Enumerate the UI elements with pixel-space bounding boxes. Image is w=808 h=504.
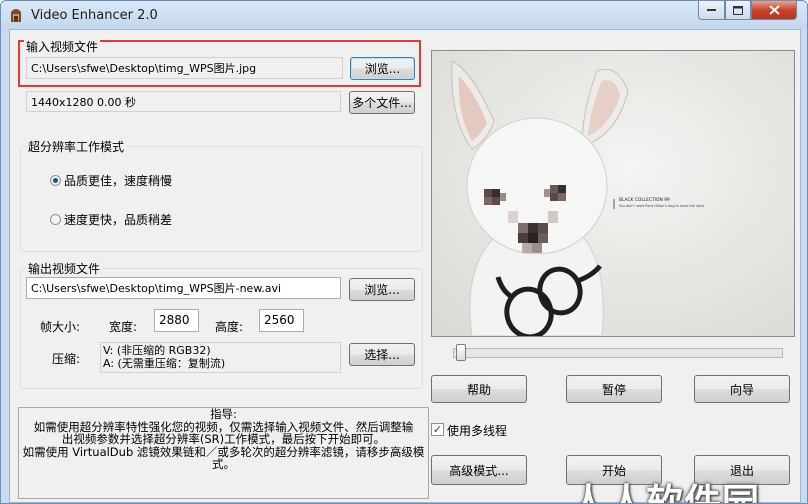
minimize-icon [706,9,716,11]
compression-label: 压缩: [52,352,81,366]
app-icon [11,9,21,22]
guide-panel: 指导: 如需使用超分辨率特性强化您的视频，仅需选择输入视频文件、然后调整输 出视… [18,407,429,499]
compression-audio: A: (无需重压缩：复制流) [103,357,226,370]
output-group-legend: 输出视频文件 [26,260,103,277]
compression-video: V: (非压缩的 RGB32) [103,344,211,357]
height-input[interactable]: 2560 [259,309,304,332]
multiple-files-button[interactable]: 多个文件... [349,91,415,114]
title-bar[interactable]: Video Enhancer 2.0 [1,1,807,29]
quality-radio-label[interactable]: 品质更佳，速度稍慢 [64,172,172,189]
mode-group-legend: 超分辨率工作模式 [26,138,127,155]
wizard-button[interactable]: 向导 [694,375,790,403]
speed-radio[interactable] [50,214,61,225]
client-area: 输入视频文件 C:\Users\sfwe\Desktop\timg_WPS图片.… [9,29,801,503]
preview-caption-sub: You don't need Paris Hilton's dog to hav… [619,204,704,208]
guide-line-3: 如需使用 VirtualDub 滤镜效果链和／或多轮次的超分辨率滤镜，请移步高级… [22,444,425,471]
frame-size-label: 帧大小: [40,320,81,334]
help-button[interactable]: 帮助 [431,375,527,403]
watermark-text: 人人软件园 [570,481,760,504]
advanced-mode-button[interactable]: 高级模式... [431,455,527,485]
input-browse-button[interactable]: 浏览... [350,57,415,80]
compression-info: V: (非压缩的 RGB32) A: (无需重压缩：复制流) [100,342,341,373]
multithread-label[interactable]: 使用多线程 [447,422,507,439]
speed-radio-label[interactable]: 速度更快，品质稍差 [64,211,172,228]
video-preview: BLACK COLLECTION 99 You don't need Paris… [431,50,795,337]
multithread-checkbox[interactable]: ✓ [431,423,444,436]
width-input[interactable]: 2880 [154,309,199,332]
guide-title: 指导: [210,407,237,421]
input-file-path[interactable]: C:\Users\sfwe\Desktop\timg_WPS图片.jpg [26,57,343,79]
pause-button[interactable]: 暂停 [566,375,662,403]
compression-select-button[interactable]: 选择... [349,343,415,366]
output-file-path[interactable]: C:\Users\sfwe\Desktop\timg_WPS图片-new.avi [26,277,341,299]
width-label: 宽度: [109,320,138,334]
quality-radio[interactable] [50,175,61,186]
maximize-button[interactable] [725,1,751,20]
close-button[interactable] [751,1,797,20]
output-browse-button[interactable]: 浏览... [349,278,415,301]
app-window: Video Enhancer 2.0 输入视频文件 C:\Users\sfwe\… [0,0,808,504]
preview-image: BLACK COLLECTION 99 You don't need Paris… [432,51,794,336]
height-label: 高度: [215,320,244,334]
position-slider-track[interactable] [453,348,783,358]
close-icon [768,5,780,15]
mode-group [20,146,423,252]
maximize-icon [733,5,743,15]
window-title: Video Enhancer 2.0 [31,8,158,23]
input-group-legend: 输入视频文件 [24,38,101,55]
preview-caption-title: BLACK COLLECTION 99 [619,197,670,203]
position-slider-thumb[interactable] [456,344,466,361]
input-file-info: 1440x1280 0.00 秒 [26,91,341,112]
minimize-button[interactable] [698,1,725,20]
guide-line-2: 出视频参数并选择超分辨率(SR)工作模式，最后按下开始即可。 [61,432,386,446]
